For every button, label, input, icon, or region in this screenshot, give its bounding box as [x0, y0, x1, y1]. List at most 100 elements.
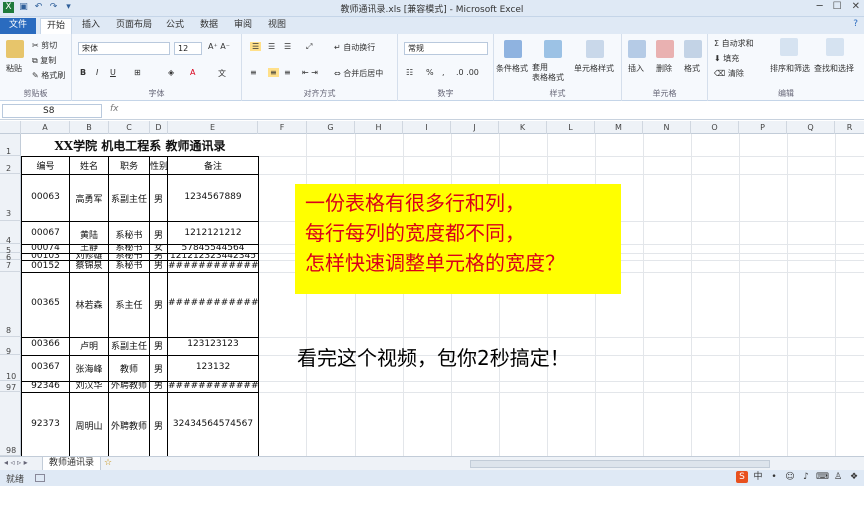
fx-icon[interactable]: fx: [110, 104, 119, 114]
minimize-button[interactable]: ─: [817, 1, 823, 12]
table-row-cell[interactable]: ################: [168, 260, 258, 272]
insert-cells-icon[interactable]: [628, 40, 646, 58]
table-row-cell[interactable]: 男: [150, 298, 167, 311]
border-icon[interactable]: ⊞: [134, 68, 141, 77]
table-row-cell[interactable]: 00367: [22, 362, 69, 372]
cell-style-button[interactable]: 单元格样式: [574, 63, 614, 74]
table-row-cell[interactable]: 教师: [109, 362, 149, 375]
phonetic-icon[interactable]: 文: [218, 68, 226, 79]
table-row-cell[interactable]: 男: [150, 339, 167, 352]
close-button[interactable]: ✕: [852, 1, 860, 12]
col-header-g[interactable]: G: [307, 121, 355, 134]
punctuation-icon[interactable]: •: [768, 471, 780, 483]
conditional-format-icon[interactable]: [504, 40, 522, 58]
table-row-cell[interactable]: 00063: [22, 192, 69, 202]
row-header-4[interactable]: 4: [0, 221, 21, 245]
fill-color-icon[interactable]: ◈: [168, 68, 174, 77]
header-cell-gender[interactable]: 性别: [150, 159, 167, 172]
chinese-mode-icon[interactable]: 中: [752, 471, 764, 483]
format-cells-button[interactable]: 格式: [684, 63, 700, 74]
table-row-cell[interactable]: 123123123: [168, 339, 258, 349]
worksheet-grid[interactable]: XX学院 机电工程系 教师通讯录 编号 姓名 职务 性别 备注 00063 高勇…: [21, 134, 864, 456]
table-row-cell[interactable]: 系副主任: [109, 339, 149, 352]
font-color-icon[interactable]: A: [190, 68, 195, 77]
table-row-cell[interactable]: 男: [150, 228, 167, 241]
bold-icon[interactable]: B: [80, 68, 86, 77]
delete-cells-icon[interactable]: [656, 40, 674, 58]
row-header-8[interactable]: 8: [0, 272, 21, 337]
col-header-j[interactable]: J: [451, 121, 499, 134]
table-row-cell[interactable]: 卢明: [70, 339, 108, 352]
paste-button[interactable]: 粘贴: [6, 63, 22, 74]
insert-cells-button[interactable]: 插入: [628, 63, 644, 74]
col-header-k[interactable]: K: [499, 121, 547, 134]
row-header-97[interactable]: 97: [0, 381, 21, 392]
table-row-cell[interactable]: 黄陆: [70, 228, 108, 241]
orientation-icon[interactable]: ⤢: [306, 42, 312, 52]
grow-font-icon[interactable]: A⁺ A⁻: [208, 42, 230, 51]
align-center-icon[interactable]: ≡: [268, 68, 279, 77]
autosum-button[interactable]: Σ 自动求和: [714, 38, 754, 49]
table-format-icon[interactable]: [544, 40, 562, 58]
keyboard-icon[interactable]: ⌨: [816, 471, 829, 483]
delete-cells-button[interactable]: 删除: [656, 63, 672, 74]
row-header-1[interactable]: 1: [0, 134, 21, 156]
header-cell-name[interactable]: 姓名: [70, 159, 108, 172]
table-row-cell[interactable]: 92346: [22, 381, 69, 392]
tab-formulas[interactable]: 公式: [160, 18, 190, 34]
table-row-cell[interactable]: 男: [150, 381, 167, 392]
font-size-select[interactable]: 12: [174, 42, 202, 55]
name-box[interactable]: S8: [2, 104, 102, 118]
tab-view[interactable]: 视图: [262, 18, 292, 34]
header-cell-note[interactable]: 备注: [168, 159, 258, 172]
table-row-cell[interactable]: 林若森: [70, 298, 108, 311]
col-header-o[interactable]: O: [691, 121, 739, 134]
align-top-icon[interactable]: ☰: [250, 42, 262, 51]
user-icon[interactable]: ♙: [832, 471, 844, 483]
sort-filter-icon[interactable]: [780, 38, 798, 56]
table-row-cell[interactable]: 男: [150, 260, 167, 272]
row-header-10[interactable]: 10: [0, 355, 21, 381]
col-header-h[interactable]: H: [355, 121, 403, 134]
col-header-n[interactable]: N: [643, 121, 691, 134]
table-row-cell[interactable]: 刘汉华: [70, 381, 108, 392]
table-row-cell[interactable]: 男: [150, 419, 167, 432]
col-header-e[interactable]: E: [168, 121, 258, 134]
col-header-d[interactable]: D: [150, 121, 168, 134]
col-header-b[interactable]: B: [70, 121, 109, 134]
col-header-q[interactable]: Q: [787, 121, 835, 134]
decimal-icons[interactable]: .0 .00: [456, 68, 479, 77]
align-right-icon[interactable]: ≡: [284, 68, 291, 77]
table-row-cell[interactable]: 1212121212: [168, 228, 258, 238]
table-row-cell[interactable]: 32434564574567: [168, 419, 258, 429]
row-header-6[interactable]: 6: [0, 253, 21, 262]
table-row-cell[interactable]: 系秘书: [109, 228, 149, 241]
tab-data[interactable]: 数据: [194, 18, 224, 34]
table-row-cell[interactable]: 123132: [168, 362, 258, 372]
help-icon[interactable]: ?: [853, 19, 858, 29]
col-header-f[interactable]: F: [258, 121, 307, 134]
table-row-cell[interactable]: ################: [168, 298, 258, 308]
find-select-icon[interactable]: [826, 38, 844, 56]
sheet-tab[interactable]: 教师通讯录: [42, 457, 102, 471]
table-row-cell[interactable]: 张海峰: [70, 362, 108, 375]
row-header-2[interactable]: 2: [0, 156, 21, 174]
input-method-icon[interactable]: S: [736, 471, 748, 483]
table-row-cell[interactable]: 蔡锦泉: [70, 260, 108, 272]
col-header-i[interactable]: I: [403, 121, 451, 134]
horizontal-scrollbar[interactable]: [470, 460, 770, 468]
select-all-corner[interactable]: [0, 121, 21, 134]
row-header-9[interactable]: 9: [0, 337, 21, 356]
table-row-cell[interactable]: 00067: [22, 228, 69, 238]
align-bottom-icon[interactable]: ☰: [284, 42, 291, 51]
find-select-button[interactable]: 查找和选择: [814, 63, 854, 74]
conditional-format-button[interactable]: 条件格式: [496, 63, 528, 74]
table-row-cell[interactable]: ################: [168, 381, 258, 392]
table-row-cell[interactable]: 系副主任: [109, 192, 149, 205]
merge-center-button[interactable]: ⇔ 合并后居中: [334, 68, 383, 79]
sheet-nav-icons[interactable]: ◂ ◃ ▹ ▸: [4, 458, 28, 467]
cut-button[interactable]: ✂ 剪切: [32, 40, 57, 51]
table-row-cell[interactable]: 男: [150, 362, 167, 375]
font-name-select[interactable]: 宋体: [78, 42, 170, 55]
currency-icon[interactable]: ☷: [406, 68, 413, 77]
